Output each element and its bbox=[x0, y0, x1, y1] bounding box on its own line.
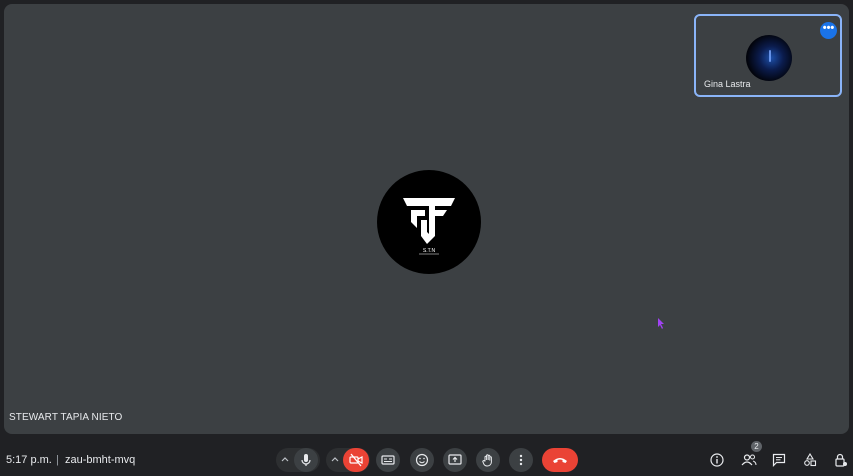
activities-icon[interactable] bbox=[803, 453, 817, 467]
meeting-stage: S.T.N STEWART TAPIA NIETO Gina Lastra ••… bbox=[0, 0, 853, 476]
end-call-icon bbox=[553, 458, 567, 463]
bottom-control-bar: 5:17 p.m. | zau-bmht-mvq bbox=[0, 440, 853, 476]
separator: | bbox=[56, 454, 59, 466]
raise-hand-icon bbox=[482, 454, 492, 467]
meeting-code: zau-bmht-mvq bbox=[65, 454, 136, 466]
host-controls-icon[interactable] bbox=[834, 453, 848, 467]
present-now-button[interactable] bbox=[443, 448, 467, 472]
raise-hand-button[interactable] bbox=[476, 448, 500, 472]
self-avatar bbox=[746, 35, 792, 81]
captions-button[interactable] bbox=[376, 448, 400, 472]
camera-toggle-button[interactable] bbox=[343, 448, 369, 472]
emoji-reaction-button[interactable] bbox=[410, 448, 434, 472]
self-participant-name: Gina Lastra bbox=[704, 79, 751, 89]
participant-avatar: S.T.N bbox=[377, 170, 481, 274]
tile-more-options-button[interactable]: ••• bbox=[820, 22, 837, 39]
microphone-icon bbox=[301, 454, 311, 466]
participants-count-badge: 2 bbox=[751, 441, 762, 452]
captions-icon bbox=[381, 455, 395, 465]
mic-button[interactable] bbox=[294, 448, 318, 472]
present-screen-icon bbox=[448, 454, 462, 465]
chat-icon[interactable] bbox=[772, 453, 786, 467]
people-icon[interactable] bbox=[741, 453, 757, 467]
chevron-up-icon[interactable] bbox=[331, 456, 339, 462]
end-call-button[interactable] bbox=[542, 448, 578, 472]
info-icon[interactable] bbox=[710, 453, 724, 467]
chevron-up-icon[interactable] bbox=[281, 456, 289, 462]
stn-logo-icon: S.T.N bbox=[403, 198, 455, 255]
mouse-cursor-icon bbox=[658, 318, 664, 329]
self-view-tile[interactable]: Gina Lastra ••• bbox=[694, 14, 842, 97]
camera-off-icon bbox=[349, 453, 363, 467]
more-options-button[interactable] bbox=[509, 448, 533, 472]
more-vert-icon bbox=[519, 454, 523, 466]
logo-text: S.T.N bbox=[423, 248, 436, 254]
main-participant-name: STEWART TAPIA NIETO bbox=[9, 412, 123, 423]
clock: 5:17 p.m. bbox=[6, 454, 52, 466]
emoji-icon bbox=[415, 453, 429, 467]
